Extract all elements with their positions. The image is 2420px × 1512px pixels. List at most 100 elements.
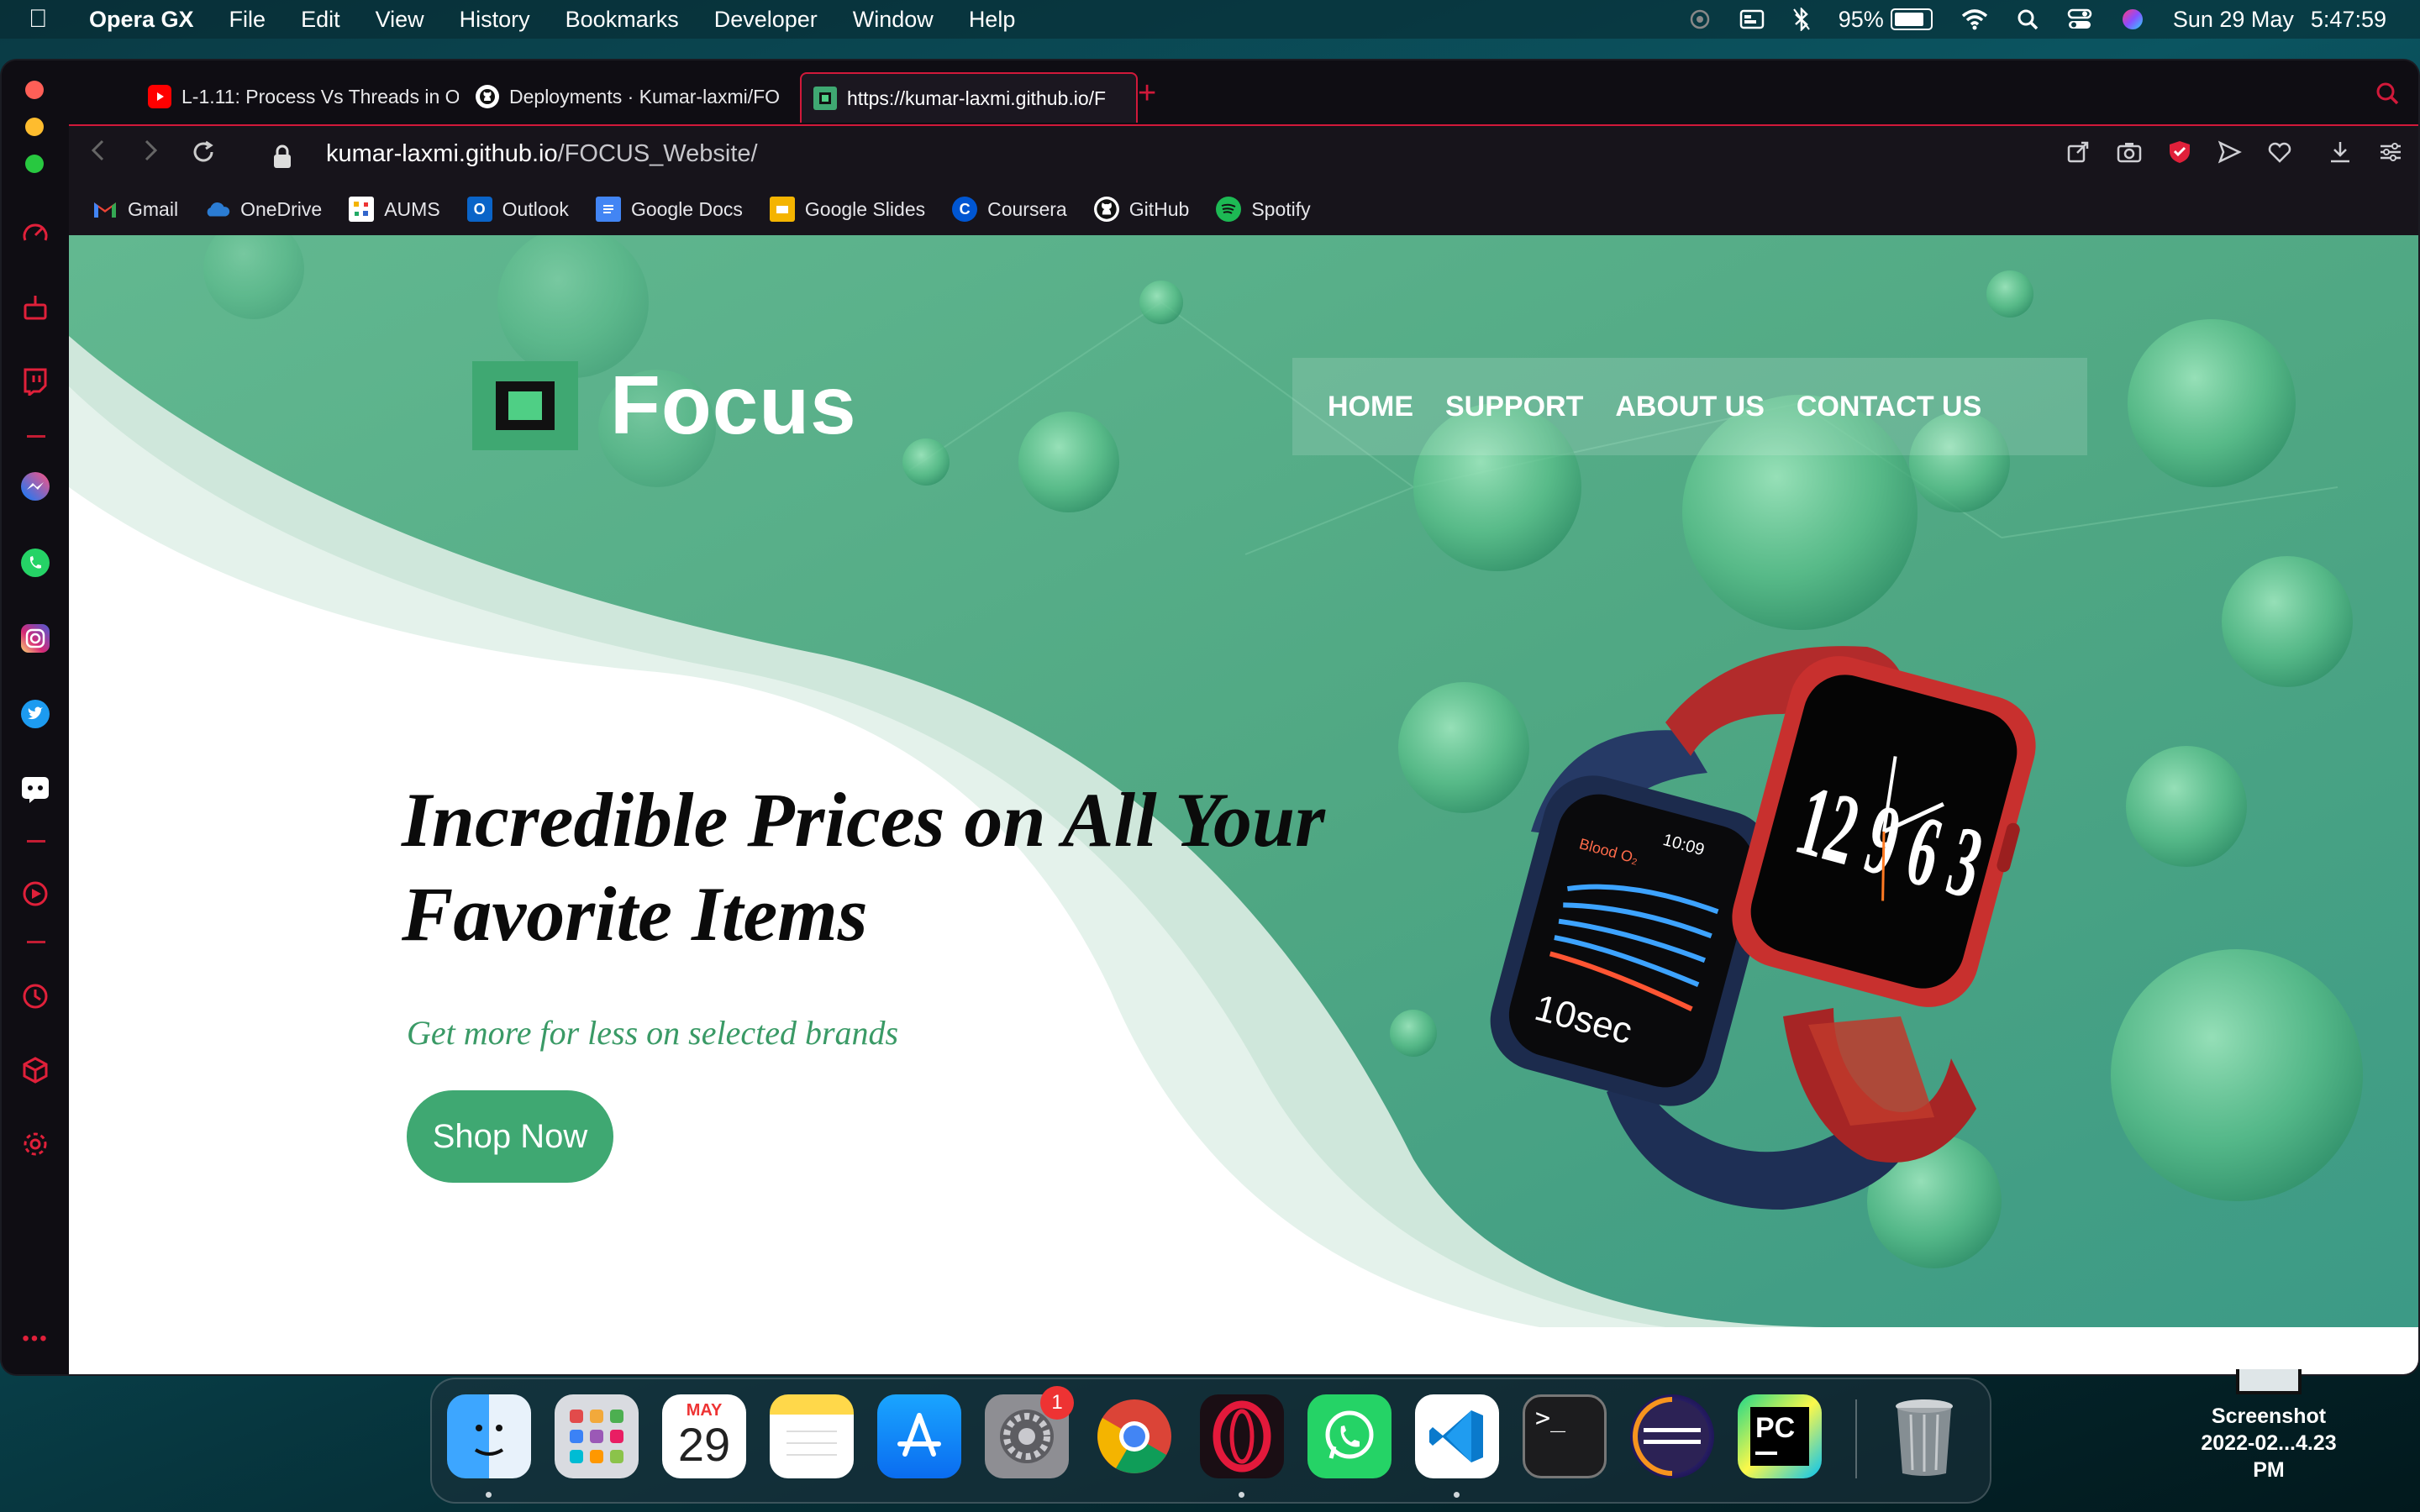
- nav-home[interactable]: HOME: [1328, 391, 1413, 423]
- bookmark-google-docs[interactable]: Google Docs: [595, 197, 743, 222]
- menu-window[interactable]: Window: [853, 7, 934, 33]
- menu-file[interactable]: File: [229, 7, 266, 33]
- bookmark-heart-icon[interactable]: [2267, 139, 2292, 171]
- menu-help[interactable]: Help: [969, 7, 1016, 33]
- notification-badge: 1: [1040, 1386, 1074, 1420]
- clock-date[interactable]: Sun 29 May: [2173, 7, 2294, 33]
- window-status-icon[interactable]: [1739, 9, 1765, 29]
- bookmark-label: Google Slides: [804, 197, 926, 220]
- address-bar: kumar-laxmi.github.io/FOCUS_Website/: [69, 124, 2418, 185]
- chrome-icon[interactable]: [1092, 1394, 1176, 1478]
- desktop-screenshot-file[interactable]: Screenshot 2022-02...4.23 PM: [2185, 1369, 2353, 1483]
- nav-contact-us[interactable]: CONTACT US: [1797, 391, 1981, 423]
- minimize-window-button[interactable]: [25, 118, 44, 136]
- instagram-icon[interactable]: [17, 620, 54, 657]
- focus-logo-mark: [472, 360, 578, 450]
- app-menu-opera[interactable]: Opera GX: [89, 7, 194, 33]
- menu-history[interactable]: History: [460, 7, 530, 33]
- siri-icon[interactable]: [2121, 8, 2144, 31]
- terminal-prompt-glyph: >_: [1535, 1404, 1566, 1433]
- bookmark-label: Gmail: [128, 197, 179, 220]
- close-window-button[interactable]: [25, 81, 44, 99]
- snapshot-camera-icon[interactable]: [2116, 139, 2143, 171]
- new-tab-button[interactable]: +: [1138, 76, 1156, 112]
- tab-focus-website-active[interactable]: https://kumar-laxmi.github.io/F: [800, 72, 1138, 123]
- sidebar-divider: [27, 941, 45, 943]
- bookmark-spotify[interactable]: Spotify: [1216, 197, 1311, 222]
- calendar-icon[interactable]: MAY 29: [662, 1394, 746, 1478]
- history-icon[interactable]: [17, 978, 54, 1015]
- bookmark-outlook[interactable]: O Outlook: [466, 197, 569, 222]
- app-store-icon[interactable]: [877, 1394, 961, 1478]
- eclipse-icon[interactable]: [1630, 1394, 1714, 1478]
- bookmark-google-slides[interactable]: Google Slides: [769, 197, 926, 222]
- site-logo[interactable]: Focus: [472, 358, 857, 453]
- bookmark-github[interactable]: GitHub: [1093, 197, 1189, 222]
- gx-cleaner-icon[interactable]: [17, 289, 54, 326]
- clock-time[interactable]: 5:47:59: [2311, 7, 2386, 33]
- tab-github-deployments[interactable]: Deployments · Kumar-laxmi/FO: [464, 72, 807, 121]
- control-center-icon[interactable]: [2067, 8, 2092, 30]
- whatsapp-dock-icon[interactable]: [1307, 1394, 1392, 1478]
- tab-youtube[interactable]: L-1.11: Process Vs Threads in O: [136, 72, 471, 121]
- forward-button[interactable]: [141, 138, 160, 171]
- settings-gear-icon[interactable]: [17, 1126, 54, 1163]
- terminal-icon[interactable]: >_: [1523, 1394, 1607, 1478]
- extensions-icon[interactable]: [17, 1052, 54, 1089]
- finder-icon[interactable]: [447, 1394, 531, 1478]
- back-button[interactable]: [89, 138, 108, 171]
- bookmark-coursera[interactable]: C Coursera: [952, 197, 1067, 222]
- discord-icon[interactable]: [17, 771, 54, 808]
- bookmark-onedrive[interactable]: OneDrive: [205, 197, 322, 222]
- address-toolbar: [2065, 139, 2403, 171]
- lock-icon[interactable]: [272, 144, 292, 174]
- bookmark-gmail[interactable]: Gmail: [92, 197, 178, 222]
- send-icon[interactable]: [2217, 139, 2242, 171]
- tab-search-icon[interactable]: [2375, 81, 2400, 110]
- outlook-icon: O: [466, 197, 492, 222]
- battery-status[interactable]: 95%: [1839, 7, 1933, 33]
- player-icon[interactable]: [17, 875, 54, 912]
- menu-developer[interactable]: Developer: [714, 7, 818, 33]
- bookmark-aums[interactable]: AUMS: [349, 197, 440, 222]
- trash-icon[interactable]: [1882, 1394, 1966, 1478]
- easy-setup-icon[interactable]: [2378, 139, 2403, 171]
- spotlight-search-icon[interactable]: [2017, 8, 2039, 30]
- bluetooth-icon[interactable]: [1792, 8, 1810, 31]
- nav-support[interactable]: SUPPORT: [1445, 391, 1583, 423]
- url-field[interactable]: kumar-laxmi.github.io/FOCUS_Website/: [326, 140, 758, 168]
- bookmark-label: Spotify: [1251, 197, 1311, 220]
- pycharm-icon[interactable]: PC: [1738, 1394, 1822, 1478]
- apple-menu-icon[interactable]: : [29, 5, 62, 34]
- notes-icon[interactable]: [770, 1394, 854, 1478]
- vscode-icon[interactable]: [1415, 1394, 1499, 1478]
- radar-status-icon[interactable]: [1689, 8, 1711, 30]
- gx-control-icon[interactable]: [17, 215, 54, 252]
- gmail-icon: [92, 197, 118, 222]
- menu-bookmarks[interactable]: Bookmarks: [566, 7, 679, 33]
- downloads-icon[interactable]: [2328, 139, 2353, 171]
- opera-gx-icon[interactable]: [1200, 1394, 1284, 1478]
- more-options-icon[interactable]: •••: [17, 1320, 54, 1357]
- youtube-icon: [148, 85, 171, 108]
- launchpad-icon[interactable]: [555, 1394, 639, 1478]
- adblock-shield-icon[interactable]: [2168, 139, 2191, 171]
- zoom-window-button[interactable]: [25, 155, 44, 173]
- messenger-icon[interactable]: [17, 469, 54, 506]
- bookmark-label: Outlook: [502, 197, 569, 220]
- hero-subline: Get more for less on selected brands: [407, 1014, 899, 1052]
- menu-edit[interactable]: Edit: [301, 7, 340, 33]
- wifi-icon[interactable]: [1961, 8, 1988, 30]
- web-page-viewport: Focus HOME SUPPORT ABOUT US CONTACT US I…: [69, 235, 2418, 1374]
- share-icon[interactable]: [2065, 139, 2091, 171]
- bookmark-label: AUMS: [384, 197, 440, 220]
- whatsapp-icon[interactable]: [17, 544, 54, 581]
- reload-button[interactable]: [190, 139, 217, 173]
- nav-about-us[interactable]: ABOUT US: [1615, 391, 1765, 423]
- twitch-icon[interactable]: [17, 363, 54, 400]
- menu-view[interactable]: View: [376, 7, 424, 33]
- twitter-icon[interactable]: [17, 696, 54, 732]
- shop-now-button[interactable]: Shop Now: [407, 1090, 613, 1183]
- opera-sidebar: •••: [2, 60, 71, 1374]
- system-preferences-icon[interactable]: 1: [985, 1386, 1074, 1478]
